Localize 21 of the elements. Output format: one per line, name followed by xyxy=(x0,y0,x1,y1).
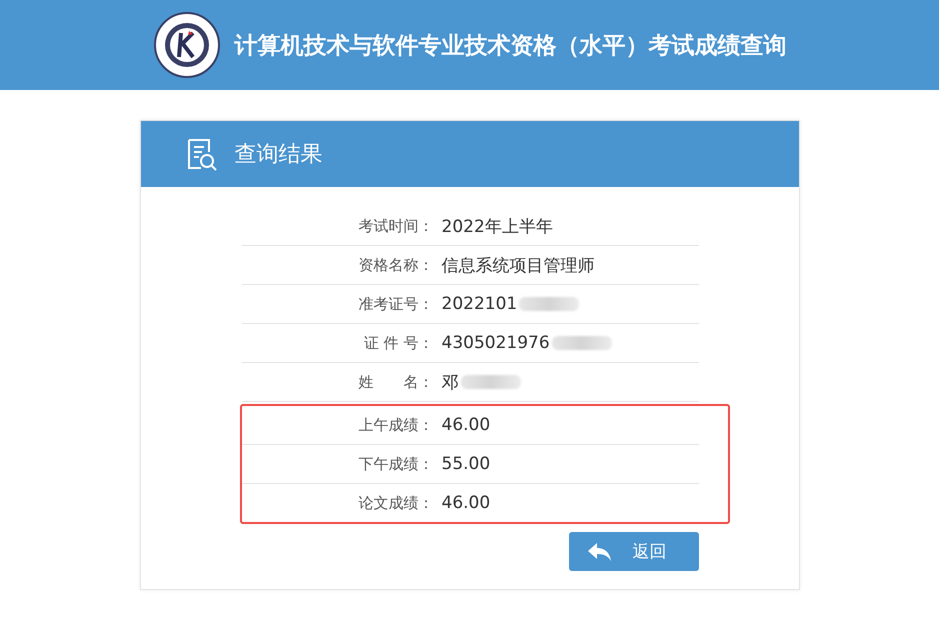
field-label: 下午成绩： xyxy=(358,454,434,474)
page-title: 计算机技术与软件专业技术资格（水平）考试成绩查询 xyxy=(234,32,786,60)
field-value: 信息系统项目管理师 xyxy=(442,254,594,276)
field-label: 准考证号： xyxy=(358,294,434,314)
field-label: 上午成绩： xyxy=(358,416,434,434)
back-button[interactable]: 返回 xyxy=(568,532,698,571)
field-value: 46.00 xyxy=(442,415,490,435)
card-title: 查询结果 xyxy=(234,141,322,169)
field-value: 邓 xyxy=(442,372,458,394)
seal-logo xyxy=(152,11,220,79)
field-value: 55.00 xyxy=(442,454,490,474)
field-value: 46.00 xyxy=(442,493,490,513)
field-label: 论文成绩： xyxy=(358,494,434,512)
field-value: 4305021976 xyxy=(442,333,550,353)
field-label: 考试时间： xyxy=(358,216,434,236)
field-value: 2022101 xyxy=(442,294,518,314)
back-arrow-icon xyxy=(586,542,612,562)
field-label: 证 件 号： xyxy=(362,334,434,352)
field-value: 2022年上半年 xyxy=(442,216,553,238)
field-label: 资格名称： xyxy=(358,256,434,274)
field-label: 姓 名： xyxy=(358,372,434,392)
